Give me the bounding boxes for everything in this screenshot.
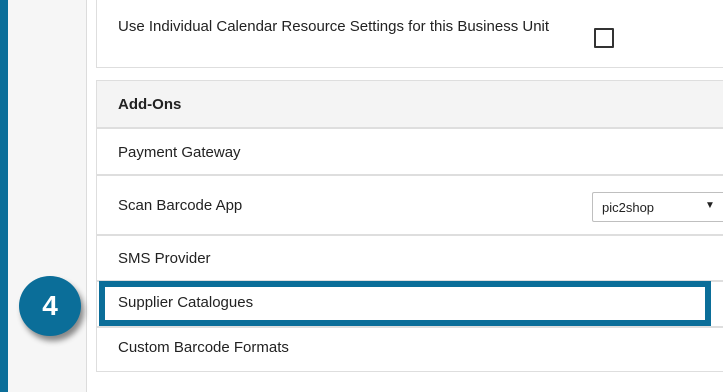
addon-row-custom-barcode-formats[interactable]: Custom Barcode Formats xyxy=(96,327,723,372)
select-value: pic2shop xyxy=(602,200,655,215)
addons-header-label: Add-Ons xyxy=(118,96,182,113)
calendar-resource-settings-checkbox[interactable] xyxy=(594,28,614,48)
addons-section-header: Add-Ons xyxy=(96,80,723,128)
addon-row-scan-barcode-app[interactable]: Scan Barcode App pic2shop ▼ xyxy=(96,175,723,235)
supplier-catalogues-highlight xyxy=(99,281,711,326)
scan-barcode-app-select[interactable]: pic2shop ▼ xyxy=(592,192,723,222)
step-number-badge: 4 xyxy=(19,276,81,336)
addon-label: SMS Provider xyxy=(118,250,211,267)
calendar-resource-settings-label: Use Individual Calendar Resource Setting… xyxy=(118,18,550,35)
addon-label: Scan Barcode App xyxy=(118,197,243,214)
addon-row-sms-provider[interactable]: SMS Provider xyxy=(96,235,723,281)
addon-label: Payment Gateway xyxy=(118,144,241,161)
caret-down-icon: ▼ xyxy=(705,200,715,211)
addon-label: Custom Barcode Formats xyxy=(118,339,289,356)
addon-row-payment-gateway[interactable]: Payment Gateway xyxy=(96,128,723,175)
calendar-resource-settings-row: Use Individual Calendar Resource Setting… xyxy=(96,0,723,68)
